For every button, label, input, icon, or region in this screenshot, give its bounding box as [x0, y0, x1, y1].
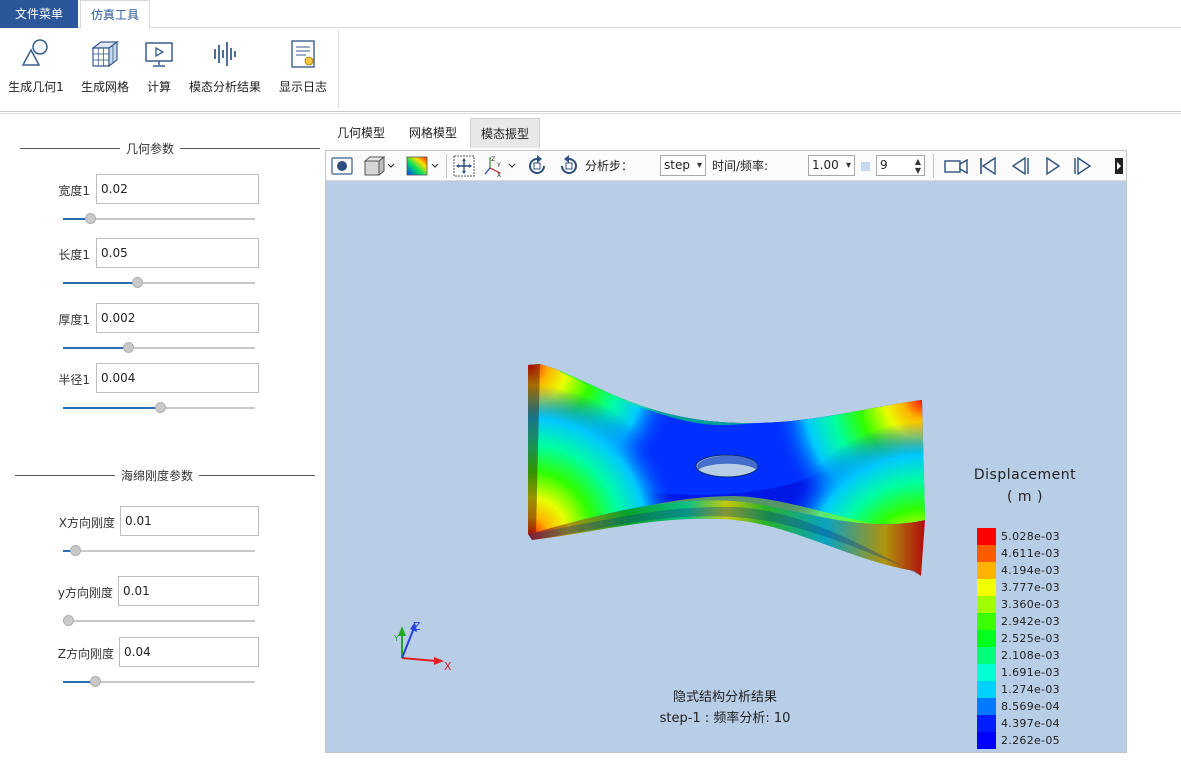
legend-title: Displacement [973, 467, 1077, 483]
legend-label: 2.525e-03 [1001, 632, 1060, 645]
legend-swatch [977, 664, 996, 681]
axis-z-label: Z [413, 620, 421, 633]
legend-swatch [977, 528, 996, 545]
legend-label: 4.397e-04 [1001, 717, 1060, 730]
legend-label: 2.262e-05 [1001, 734, 1060, 747]
legend-label: 4.611e-03 [1001, 547, 1060, 560]
legend-label: 3.777e-03 [1001, 581, 1060, 594]
legend-swatch [977, 596, 996, 613]
legend-swatch [977, 613, 996, 630]
legend-label: 5.028e-03 [1001, 530, 1060, 543]
result-subtitle: step-1 : 频率分析: 10 [659, 711, 791, 726]
legend-swatch [977, 732, 996, 749]
legend-swatch [977, 562, 996, 579]
legend-swatch [977, 630, 996, 647]
axis-triad: Z X Y [393, 620, 452, 673]
legend-label: 3.360e-03 [1001, 598, 1060, 611]
legend-swatch [977, 681, 996, 698]
axis-y-label: Y [393, 634, 399, 643]
legend-label: 8.569e-04 [1001, 700, 1060, 713]
axis-x-label: X [444, 660, 452, 673]
legend-swatch [977, 715, 996, 732]
legend-swatch [977, 579, 996, 596]
legend-label: 1.274e-03 [1001, 683, 1060, 696]
legend-label: 1.691e-03 [1001, 666, 1060, 679]
legend-label: 4.194e-03 [1001, 564, 1060, 577]
legend-swatch [977, 647, 996, 664]
legend-unit: ( m ) [1007, 489, 1043, 505]
legend-swatch [977, 545, 996, 562]
legend-label: 2.108e-03 [1001, 649, 1060, 662]
legend-label: 2.942e-03 [1001, 615, 1060, 628]
legend-swatch [977, 698, 996, 715]
result-title: 隐式结构分析结果 [672, 690, 777, 705]
